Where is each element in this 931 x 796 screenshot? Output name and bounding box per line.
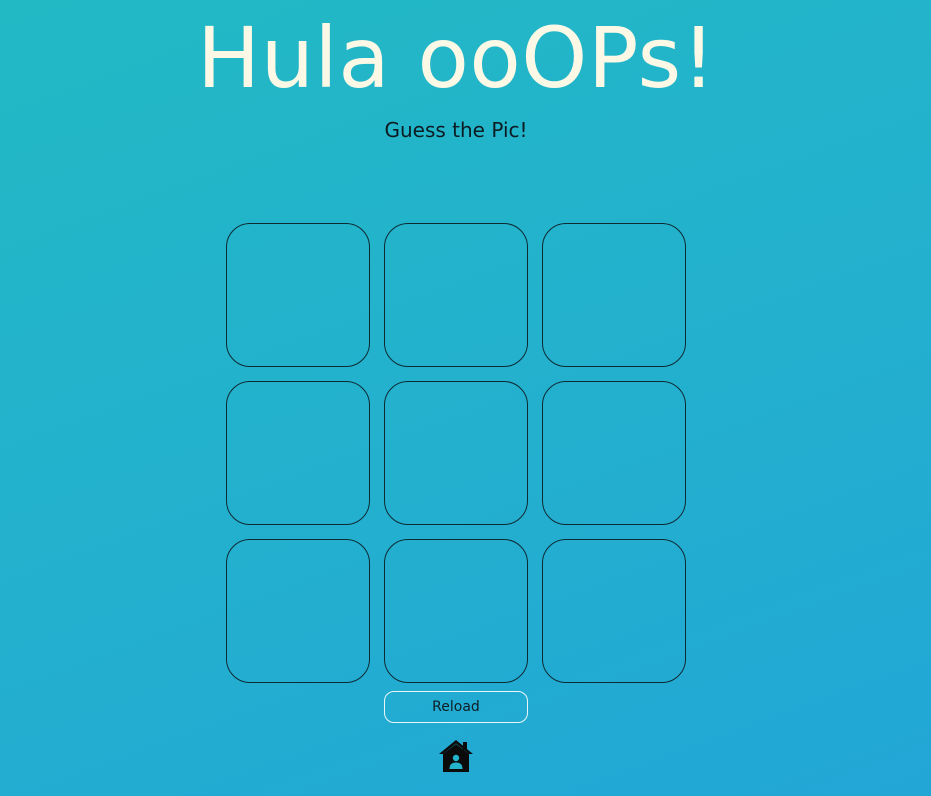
tile-1[interactable]	[226, 223, 370, 367]
page-title: Hula ooOPs!	[197, 9, 716, 107]
page-subtitle: Guess the Pic!	[384, 118, 528, 142]
tile-5[interactable]	[384, 381, 528, 525]
tile-2[interactable]	[384, 223, 528, 367]
tile-8[interactable]	[384, 539, 528, 683]
home-icon	[439, 740, 473, 772]
reload-button[interactable]: Reload	[384, 691, 528, 723]
tile-3[interactable]	[542, 223, 686, 367]
tile-4[interactable]	[226, 381, 370, 525]
tile-9[interactable]	[542, 539, 686, 683]
home-button[interactable]	[438, 739, 474, 773]
tile-7[interactable]	[226, 539, 370, 683]
tile-grid	[226, 223, 686, 683]
tile-6[interactable]	[542, 381, 686, 525]
